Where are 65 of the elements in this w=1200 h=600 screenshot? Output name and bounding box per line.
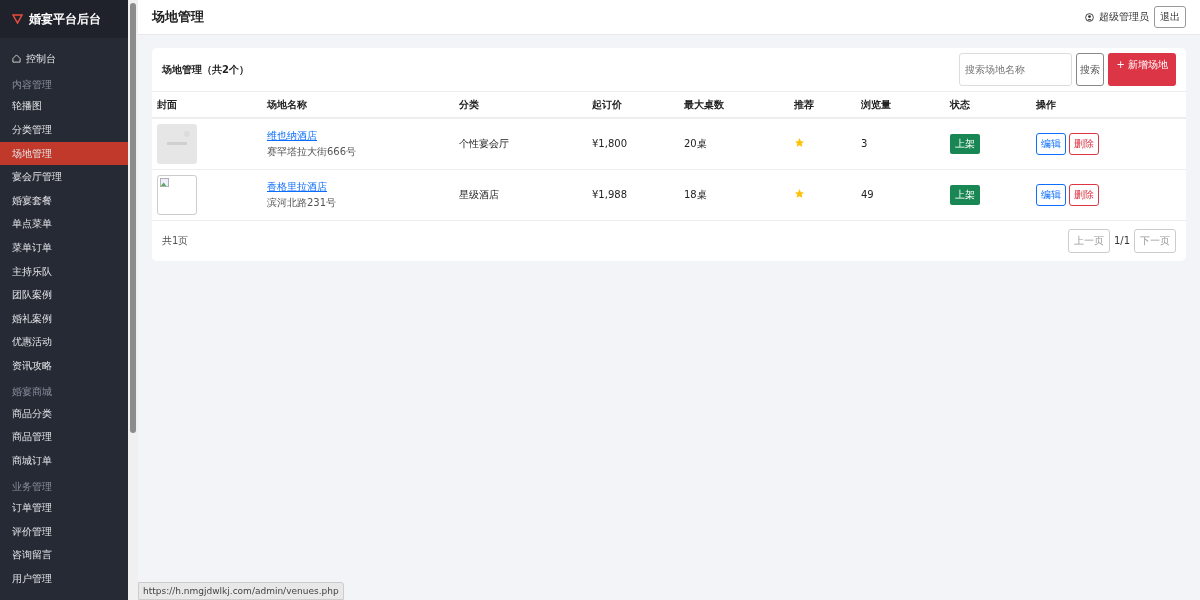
search-field[interactable]: 搜索场地名称 — [959, 53, 1073, 86]
sidebar-item[interactable]: 用户管理 — [0, 567, 128, 591]
delete-button[interactable]: 删除 — [1069, 183, 1099, 206]
brand-title: 婚宴平台后台 — [29, 10, 101, 28]
card-title: 场地管理（共2个） — [162, 62, 249, 77]
sidebar-item[interactable]: 婚礼案例 — [0, 306, 128, 331]
column-header: 浏览量 — [856, 92, 945, 118]
search-button[interactable]: 搜索 — [1076, 53, 1105, 86]
page-title: 场地管理 — [152, 8, 204, 26]
sidebar-item[interactable]: 订单管理 — [0, 496, 128, 521]
column-header: 操作 — [1031, 92, 1186, 118]
sidebar-item[interactable]: 商城订单 — [0, 448, 128, 473]
gem-icon — [12, 14, 23, 24]
sidebar-item[interactable]: 团队案例 — [0, 283, 128, 307]
user-icon — [1085, 12, 1094, 22]
nav-group-label: 业务管理 — [11, 479, 53, 494]
page-indicator: 1/1 — [1113, 235, 1130, 246]
add-venue-button[interactable]: + 新增场地 — [1108, 53, 1176, 86]
column-header: 状态 — [945, 92, 1031, 118]
sidebar-item[interactable]: 单点菜单 — [0, 212, 128, 237]
delete-button[interactable]: 删除 — [1069, 132, 1099, 155]
sidebar-item[interactable]: 分类管理 — [0, 118, 128, 142]
edit-button[interactable]: 编辑 — [1036, 183, 1066, 206]
venue-link[interactable]: 香格里拉酒店 — [267, 179, 449, 194]
column-header: 场地名称 — [262, 92, 454, 118]
edit-button[interactable]: 编辑 — [1036, 132, 1066, 155]
broken-image-icon — [160, 177, 169, 187]
page-count: 共1页 — [162, 233, 189, 248]
scrollbar-thumb[interactable] — [130, 3, 136, 433]
sidebar-item[interactable]: 轮播图 — [0, 94, 128, 119]
status-badge: 上架 — [950, 133, 980, 154]
nav-group-label: 内容管理 — [11, 77, 53, 92]
sidebar-item[interactable]: 咨询留言 — [0, 543, 128, 568]
venue-address: 滨河北路231号 — [267, 195, 338, 210]
sidebar-item[interactable]: 婚宴套餐 — [0, 188, 128, 213]
status-url: https://h.nmgjdwlkj.com/admin/venues.php — [138, 582, 344, 600]
table-cell: ¥1,988 — [592, 189, 627, 200]
user-name: 超级管理员 — [1099, 10, 1149, 24]
column-header: 分类 — [454, 92, 587, 118]
table-cell: 18桌 — [684, 188, 707, 200]
sidebar-item[interactable]: 优惠活动 — [0, 330, 128, 355]
table-cell: 20桌 — [684, 137, 707, 149]
sidebar-item[interactable]: 控制台 — [0, 47, 128, 71]
table-cell: 星级酒店 — [459, 188, 499, 200]
sidebar-item[interactable]: 场地管理 — [0, 141, 128, 166]
venue-link[interactable]: 维也纳酒店 — [267, 128, 449, 143]
sidebar-item[interactable]: 菜单订单 — [0, 236, 128, 260]
nav-group-label: 婚宴商城 — [11, 384, 53, 399]
logout-button[interactable]: 退出 — [1154, 6, 1186, 28]
table-cell: 个性宴会厅 — [459, 137, 509, 149]
sidebar-item[interactable]: 商品分类 — [0, 401, 128, 426]
status-badge: 上架 — [950, 184, 980, 205]
column-header: 推荐 — [789, 92, 856, 118]
venue-address: 赛罕塔拉大街666号 — [267, 144, 358, 159]
table-cell: ¥1,800 — [592, 138, 627, 150]
sidebar-item[interactable]: 资讯攻略 — [0, 354, 128, 378]
column-header: 封面 — [152, 92, 262, 118]
sidebar-item[interactable]: 主持乐队 — [0, 259, 128, 284]
table-cell: 3 — [861, 138, 868, 150]
column-header: 起订价 — [587, 92, 679, 118]
sidebar-item[interactable]: 评价管理 — [0, 520, 128, 544]
sidebar-item[interactable]: 商品管理 — [0, 425, 128, 449]
column-header: 最大桌数 — [679, 92, 789, 118]
table-cell: 49 — [861, 189, 874, 200]
sidebar-item[interactable]: 宴会厅管理 — [0, 165, 128, 189]
